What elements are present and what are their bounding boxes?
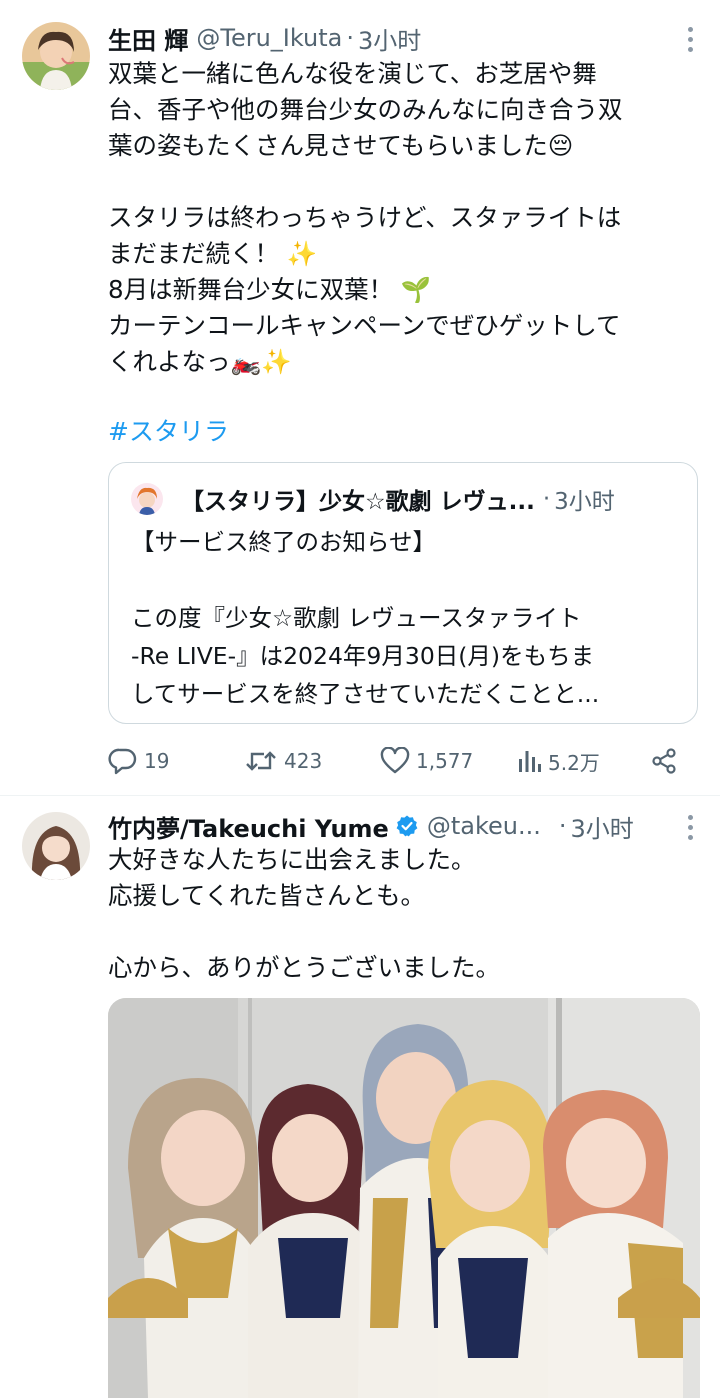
tweet-text-line: 葉の姿もたくさん見させてもらいました😔 [108, 131, 574, 160]
tweet-text-line: 大好きな人たちに出会えました。 [108, 845, 476, 874]
tweet-text: 双葉と一緒に色んな役を演じて、お芝居や舞 台、香子や他の舞台少女のみんなに向き合… [108, 56, 698, 380]
display-name[interactable]: 生田 輝 [108, 21, 188, 56]
quoted-text: 【サービス終了のお知らせ】 この度『少女☆歌劇 レヴュースタァライト -Re L… [131, 523, 691, 713]
quoted-tweet[interactable]: 【スタリラ】少女☆歌劇 レヴュ... · 3小时 【サービス終了のお知らせ】 こ… [108, 462, 698, 724]
user-handle[interactable]: @takeu... [427, 812, 541, 840]
tweet-text-line: カーテンコールキャンペーンでぜひゲットして [108, 311, 621, 340]
heart-icon [380, 747, 410, 774]
hashtag-link[interactable]: #スタリラ [108, 414, 229, 450]
tweet-text-line: スタリラは終わっちゃうけど、スタァライトは [108, 203, 622, 232]
more-options-icon[interactable] [684, 812, 696, 842]
quoted-timestamp: 3小时 [554, 489, 615, 515]
quoted-header: 【スタリラ】少女☆歌劇 レヴュ... · 3小时 [181, 481, 615, 517]
tweet-text-line: 双葉と一緒に色んな役を演じて、お芝居や舞 [108, 59, 597, 88]
quoted-text-line: 【サービス終了のお知らせ】 [131, 528, 437, 556]
avatar[interactable] [22, 812, 90, 880]
like-button[interactable]: 1,577 [380, 741, 473, 781]
tweet-text-line: 心から、ありがとうございました。 [108, 953, 500, 982]
tweet-photo[interactable] [108, 998, 700, 1398]
share-icon [652, 748, 676, 774]
reply-count: 19 [144, 749, 170, 773]
tweet-header: 生田 輝 @Teru_Ikuta · 3小时 [108, 18, 421, 58]
quoted-text-line: -Re LIVE-』は2024年9月30日(月)をもちま [131, 642, 595, 670]
separator-dot: · [346, 24, 354, 52]
views-button[interactable]: 5.2万 [516, 741, 600, 781]
tweet[interactable]: 生田 輝 @Teru_Ikuta · 3小时 双葉と一緒に色んな役を演じて、お芝… [0, 0, 720, 795]
like-count: 1,577 [416, 749, 474, 773]
tweet-text-line: くれよなっ🏍️✨ [108, 347, 292, 376]
display-name[interactable]: 竹内夢/Takeuchi Yume [108, 809, 389, 844]
tweet[interactable]: 竹内夢/Takeuchi Yume @takeu... · 3小时 大好きな人た… [0, 796, 720, 1398]
tweet-text: 大好きな人たちに出会えました。 応援してくれた皆さんとも。 心から、ありがとうご… [108, 842, 698, 986]
tweet-header: 竹内夢/Takeuchi Yume @takeu... · 3小时 [108, 806, 634, 846]
retweet-icon [246, 751, 276, 771]
quoted-avatar [131, 483, 163, 515]
action-bar: 19 423 1,577 5.2万 [108, 741, 688, 781]
quoted-text-line: してサービスを終了させていただくことと... [131, 680, 600, 708]
tweet-text-line: まだまだ続く！ ✨ [108, 239, 318, 268]
separator-dot: · [558, 812, 567, 840]
views-count: 5.2万 [548, 750, 600, 775]
more-options-icon[interactable] [684, 24, 696, 54]
tweet-text-line: 応援してくれた皆さんとも。 [108, 881, 426, 910]
reply-icon [108, 748, 137, 775]
user-handle[interactable]: @Teru_Ikuta [196, 24, 342, 52]
retweet-count: 423 [284, 749, 323, 773]
reply-button[interactable]: 19 [108, 741, 169, 781]
verified-badge-icon [395, 814, 419, 838]
timestamp[interactable]: 3小时 [358, 21, 421, 56]
quoted-display-name: 【スタリラ】少女☆歌劇 レヴュ... [181, 489, 535, 515]
timestamp[interactable]: 3小时 [571, 809, 634, 844]
views-chart-icon [519, 751, 541, 772]
avatar[interactable] [22, 22, 90, 90]
share-button[interactable] [650, 741, 684, 781]
retweet-button[interactable]: 423 [244, 741, 322, 781]
separator-dot: · [542, 486, 551, 512]
tweet-text-line: 台、香子や他の舞台少女のみんなに向き合う双 [108, 95, 623, 124]
tweet-text-line: 8月は新舞台少女に双葉！ 🌱 [108, 275, 432, 304]
quoted-text-line: この度『少女☆歌劇 レヴュースタァライト [131, 604, 582, 632]
